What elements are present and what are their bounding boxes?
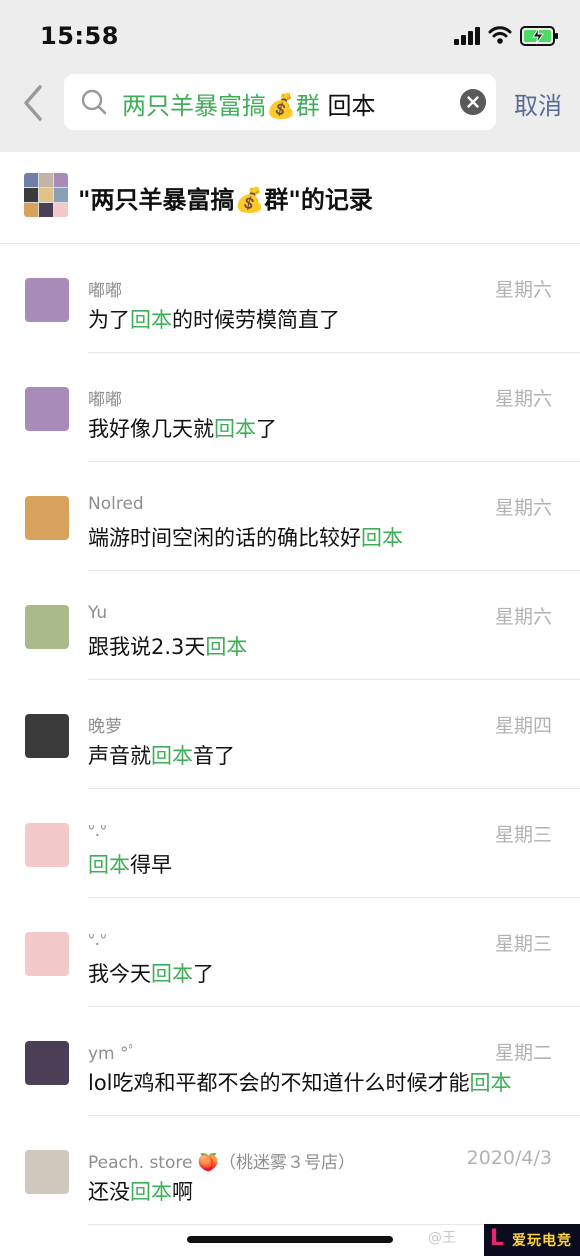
keyword-highlight: 回本	[469, 1071, 512, 1095]
avatar	[25, 823, 69, 867]
message-snippet: lol吃鸡和平都不会的不知道什么时候才能回本	[88, 1071, 512, 1095]
message-snippet: 我好像几天就回本了	[88, 417, 277, 441]
message-date: 星期四	[494, 715, 552, 737]
message-date: 星期二	[494, 1042, 552, 1064]
home-indicator[interactable]	[187, 1236, 393, 1243]
message-date: 星期六	[494, 388, 552, 410]
message-snippet: 声音就回本音了	[88, 744, 235, 768]
sender-name: Yu	[88, 603, 108, 623]
top-bar: 15:58 两只羊暴富搞💰群 回本 取消	[0, 0, 580, 152]
keyword-highlight: 回本	[361, 526, 403, 550]
message-snippet: 端游时间空闲的话的确比较好回本	[88, 526, 403, 550]
keyword-highlight: 回本	[130, 1180, 172, 1204]
message-date: 2020/4/3	[466, 1147, 552, 1169]
avatar	[25, 1150, 69, 1194]
message-snippet: 回本得早	[88, 853, 172, 877]
list-item[interactable]: 晚萝 星期四 声音就回本音了	[0, 680, 580, 789]
avatar	[25, 496, 69, 540]
search-query[interactable]: 两只羊暴富搞💰群 回本	[122, 86, 376, 121]
status-bar: 15:58	[0, 0, 580, 70]
keyword-highlight: 回本	[151, 744, 193, 768]
avatar	[25, 387, 69, 431]
message-date: 星期六	[494, 279, 552, 301]
keyword-highlight: 回本	[205, 635, 248, 659]
message-snippet: 还没回本啊	[88, 1180, 193, 1204]
search-field[interactable]: 两只羊暴富搞💰群 回本	[64, 74, 496, 130]
avatar	[25, 932, 69, 976]
cellular-signal-icon	[454, 27, 480, 45]
site-logo: L 爱玩电竞	[484, 1224, 580, 1256]
message-date: 星期三	[494, 824, 552, 846]
sender-name: 晚萝	[88, 717, 122, 737]
clear-search-icon[interactable]	[460, 89, 486, 115]
list-item[interactable]: ᐡ.ᐡ 星期三 回本得早	[0, 789, 580, 898]
sender-name: 嘟嘟	[88, 390, 122, 410]
search-results-list: 嘟嘟 星期六 为了回本的时候劳模简直了 嘟嘟 星期六 我好像几天就回本了 Nol…	[0, 244, 580, 1225]
list-item[interactable]: Yu 星期六 跟我说2.3天回本	[0, 571, 580, 680]
sender-name: Peach. store 🍑（桃迷雾３号店）	[88, 1153, 356, 1173]
list-item[interactable]: 嘟嘟 星期六 我好像几天就回本了	[0, 353, 580, 462]
search-icon	[81, 89, 107, 115]
list-item[interactable]: ᐡ.ᐡ 星期三 我今天回本了	[0, 898, 580, 1007]
list-item[interactable]: Nolred 星期六 端游时间空闲的话的确比较好回本	[0, 462, 580, 571]
avatar	[25, 278, 69, 322]
keyword-highlight: 回本	[214, 417, 256, 441]
avatar	[25, 1041, 69, 1085]
sender-name: ym °ﾟ	[88, 1044, 138, 1064]
cancel-button[interactable]: 取消	[514, 86, 562, 121]
list-item[interactable]: Peach. store 🍑（桃迷雾３号店） 2020/4/3 还没回本啊	[0, 1116, 580, 1225]
avatar	[25, 605, 69, 649]
keyword-highlight: 回本	[88, 853, 130, 877]
message-snippet: 为了回本的时候劳模简直了	[88, 308, 340, 332]
message-date: 星期六	[494, 497, 552, 519]
sender-name: Nolred	[88, 494, 144, 514]
list-item[interactable]: ym °ﾟ 星期二 lol吃鸡和平都不会的不知道什么时候才能回本	[0, 1007, 580, 1116]
wifi-icon	[488, 26, 512, 44]
site-logo-text: 爱玩电竞	[512, 1233, 572, 1249]
search-keyword: 回本	[327, 92, 376, 120]
message-date: 星期三	[494, 933, 552, 955]
watermark-text: @王	[428, 1230, 456, 1246]
group-avatar	[24, 173, 68, 217]
status-time: 15:58	[40, 22, 119, 50]
back-chevron-icon[interactable]	[20, 84, 46, 122]
message-snippet: 跟我说2.3天回本	[88, 635, 248, 659]
group-records-title: "两只羊暴富搞💰群"的记录	[78, 186, 373, 214]
keyword-highlight: 回本	[151, 962, 193, 986]
sender-name: 嘟嘟	[88, 281, 122, 301]
sender-name: ᐡ.ᐡ	[88, 821, 107, 841]
battery-charging-icon	[520, 26, 558, 46]
sender-name: ᐡ.ᐡ	[88, 930, 107, 950]
keyword-highlight: 回本	[130, 308, 172, 332]
avatar	[25, 714, 69, 758]
search-group-tag: 两只羊暴富搞💰群	[122, 92, 320, 120]
message-date: 星期六	[494, 606, 552, 628]
list-item[interactable]: 嘟嘟 星期六 为了回本的时候劳模简直了	[0, 244, 580, 353]
message-snippet: 我今天回本了	[88, 962, 214, 986]
group-records-header[interactable]: "两只羊暴富搞💰群"的记录	[0, 152, 580, 244]
